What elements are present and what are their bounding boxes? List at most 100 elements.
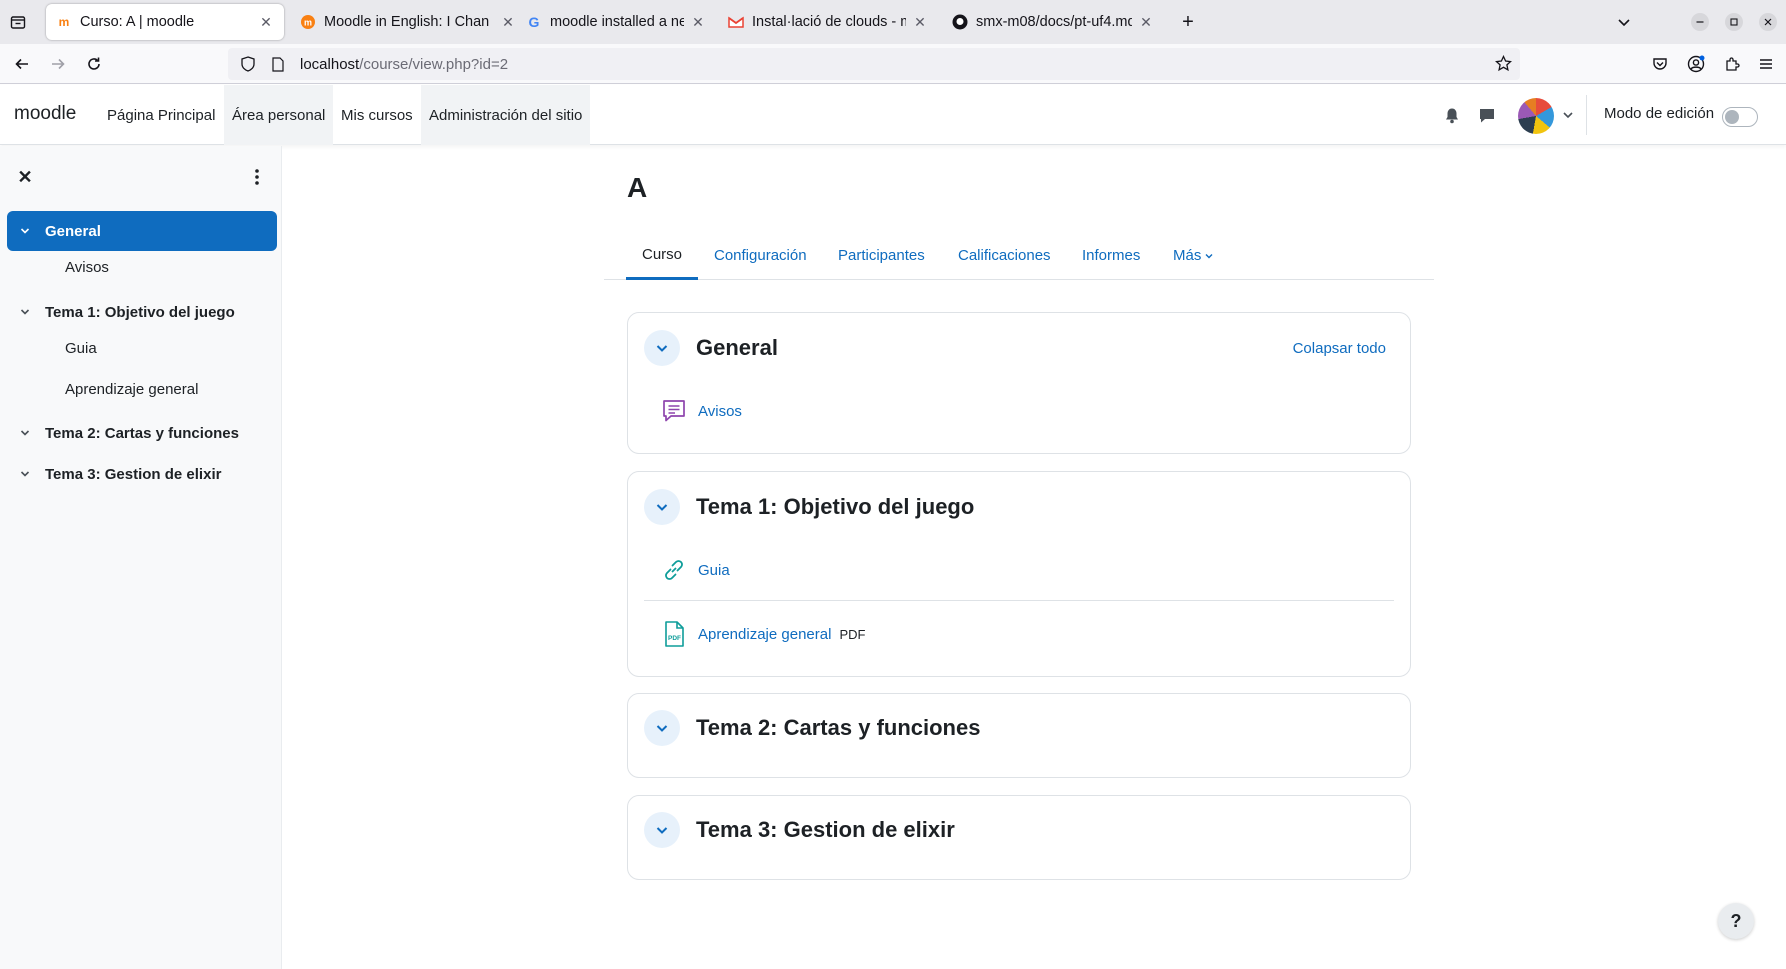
tab-configuracion[interactable]: Configuración — [698, 231, 823, 280]
firefox-account-icon[interactable] — [1682, 52, 1710, 76]
course-index-activity-aprendizaje-general[interactable]: Aprendizaje general — [32, 373, 302, 405]
tab-mas-label: Más — [1173, 247, 1202, 264]
tab-informes[interactable]: Informes — [1066, 231, 1156, 280]
course-index-label: Tema 3: Gestion de elixir — [45, 465, 222, 483]
course-index-label: Tema 1: Objetivo del juego — [45, 303, 235, 321]
tab-mas[interactable]: Más — [1157, 231, 1230, 280]
reload-icon[interactable] — [80, 52, 108, 76]
kebab-menu-icon[interactable] — [246, 166, 268, 188]
collapse-section-chevron-icon[interactable] — [644, 812, 680, 848]
notifications-bell-icon[interactable] — [1440, 103, 1464, 127]
course-index-label: Guia — [65, 339, 97, 357]
course-secondary-navigation: Curso Configuración Participantes Califi… — [604, 231, 1434, 280]
course-section-tema-2: Tema 2: Cartas y funciones — [627, 693, 1411, 778]
tracking-protection-shield-icon[interactable] — [238, 56, 258, 72]
activity-guia[interactable]: Guia — [660, 554, 730, 586]
url-link-icon — [660, 556, 688, 584]
help-button[interactable]: ? — [1718, 903, 1754, 939]
chevron-down-icon — [1204, 251, 1214, 261]
course-index-activity-guia[interactable]: Guia — [32, 332, 302, 364]
svg-text:PDF: PDF — [668, 635, 681, 642]
collapse-section-chevron-icon[interactable] — [644, 330, 680, 366]
close-tab-icon[interactable]: ✕ — [690, 14, 706, 30]
list-all-tabs-icon[interactable] — [1612, 10, 1636, 34]
user-avatar[interactable] — [1518, 98, 1554, 134]
edit-mode-label: Modo de edición — [1604, 105, 1715, 122]
tab-curso[interactable]: Curso — [626, 231, 699, 280]
moodle-primary-navigation: moodle Página Principal Área personal Mi… — [0, 85, 1786, 145]
edit-mode-toggle[interactable] — [1722, 107, 1758, 127]
course-index-label: Aprendizaje general — [65, 380, 199, 398]
nav-administracion-del-sitio[interactable]: Administración del sitio — [421, 85, 591, 145]
messages-chat-icon[interactable] — [1475, 103, 1499, 127]
bookmark-star-icon[interactable] — [1495, 54, 1512, 77]
activity-avisos[interactable]: Avisos — [660, 395, 742, 427]
browser-tab[interactable]: m Moodle in English: I Chan ✕ — [290, 4, 526, 40]
course-index-drawer: ✕ General Avisos Tema 1: Objetivo del ju… — [0, 146, 282, 969]
browser-tab[interactable]: smx-m08/docs/pt-uf4.md ✕ — [942, 4, 1164, 40]
chevron-down-icon[interactable] — [17, 428, 33, 438]
url-host: localhost — [300, 55, 360, 73]
course-index-section-tema-2[interactable]: Tema 2: Cartas y funciones — [7, 413, 277, 453]
minimize-window-icon[interactable] — [1688, 10, 1712, 34]
close-tab-icon[interactable]: ✕ — [258, 14, 274, 30]
close-tab-icon[interactable]: ✕ — [500, 14, 516, 30]
collapse-all-link[interactable]: Colapsar todo — [1293, 340, 1386, 357]
course-index-section-tema-3[interactable]: Tema 3: Gestion de elixir — [7, 454, 277, 494]
tab-title: Curso: A | moodle — [80, 14, 195, 30]
browser-navigation-toolbar: localhost/course/view.php?id=2 — [0, 44, 1786, 84]
close-drawer-icon[interactable]: ✕ — [14, 166, 36, 188]
activity-name[interactable]: Avisos — [698, 403, 742, 420]
tab-calificaciones[interactable]: Calificaciones — [942, 231, 1067, 280]
chevron-down-icon[interactable] — [17, 226, 33, 236]
browser-tab[interactable]: G moodle installed a new th ✕ — [516, 4, 716, 40]
section-title[interactable]: Tema 2: Cartas y funciones — [696, 715, 980, 741]
nav-pagina-principal[interactable]: Página Principal — [99, 85, 223, 145]
pocket-icon[interactable] — [1646, 52, 1674, 76]
hamburger-menu-icon[interactable] — [1752, 52, 1780, 76]
section-title[interactable]: Tema 3: Gestion de elixir — [696, 817, 955, 843]
section-title[interactable]: General — [696, 335, 778, 361]
section-title[interactable]: Tema 1: Objetivo del juego — [696, 494, 974, 520]
user-menu-chevron-down-icon[interactable] — [1556, 103, 1580, 127]
gmail-icon — [728, 14, 744, 30]
course-index-activity-avisos[interactable]: Avisos — [32, 251, 302, 283]
new-tab-icon[interactable]: + — [1176, 10, 1200, 34]
pdf-icon: PDF — [660, 620, 688, 648]
nav-area-personal[interactable]: Área personal — [224, 85, 334, 145]
course-index-label: General — [45, 222, 101, 240]
firefox-view-icon[interactable] — [6, 10, 30, 34]
site-logo[interactable]: moodle — [14, 103, 76, 125]
activity-aprendizaje-general[interactable]: PDF Aprendizaje general PDF — [660, 618, 865, 650]
chevron-down-icon[interactable] — [17, 307, 33, 317]
tab-title: moodle installed a new th — [550, 14, 684, 30]
activity-divider — [644, 600, 1394, 601]
page-info-icon[interactable] — [268, 56, 288, 72]
nav-mis-cursos[interactable]: Mis cursos — [333, 85, 421, 145]
back-arrow-icon[interactable] — [8, 52, 36, 76]
close-tab-icon[interactable]: ✕ — [912, 14, 928, 30]
collapse-section-chevron-icon[interactable] — [644, 489, 680, 525]
close-window-icon[interactable] — [1756, 10, 1780, 34]
close-tab-icon[interactable]: ✕ — [1138, 14, 1154, 30]
course-index-section-general[interactable]: General — [7, 211, 277, 251]
tab-title: Instal·lació de clouds - mr — [752, 14, 906, 30]
activity-name[interactable]: Guia — [698, 562, 730, 579]
address-bar[interactable]: localhost/course/view.php?id=2 — [228, 48, 1520, 80]
forward-arrow-icon[interactable] — [44, 52, 72, 76]
restore-window-icon[interactable] — [1722, 10, 1746, 34]
browser-tab[interactable]: Instal·lació de clouds - mr ✕ — [718, 4, 938, 40]
course-index-label: Tema 2: Cartas y funciones — [45, 424, 239, 442]
activity-name[interactable]: Aprendizaje general — [698, 626, 831, 643]
toggle-knob — [1725, 110, 1739, 124]
browser-tab-strip: m Curso: A | moodle ✕ m Moodle in Englis… — [0, 0, 1786, 44]
browser-tab-active[interactable]: m Curso: A | moodle ✕ — [46, 4, 284, 40]
chevron-down-icon[interactable] — [17, 469, 33, 479]
tab-participantes[interactable]: Participantes — [822, 231, 941, 280]
forum-icon — [660, 397, 688, 425]
extensions-puzzle-icon[interactable] — [1718, 52, 1746, 76]
course-section-tema-3: Tema 3: Gestion de elixir — [627, 795, 1411, 880]
collapse-section-chevron-icon[interactable] — [644, 710, 680, 746]
tab-title: smx-m08/docs/pt-uf4.md — [976, 14, 1132, 30]
course-index-section-tema-1[interactable]: Tema 1: Objetivo del juego — [7, 292, 277, 332]
